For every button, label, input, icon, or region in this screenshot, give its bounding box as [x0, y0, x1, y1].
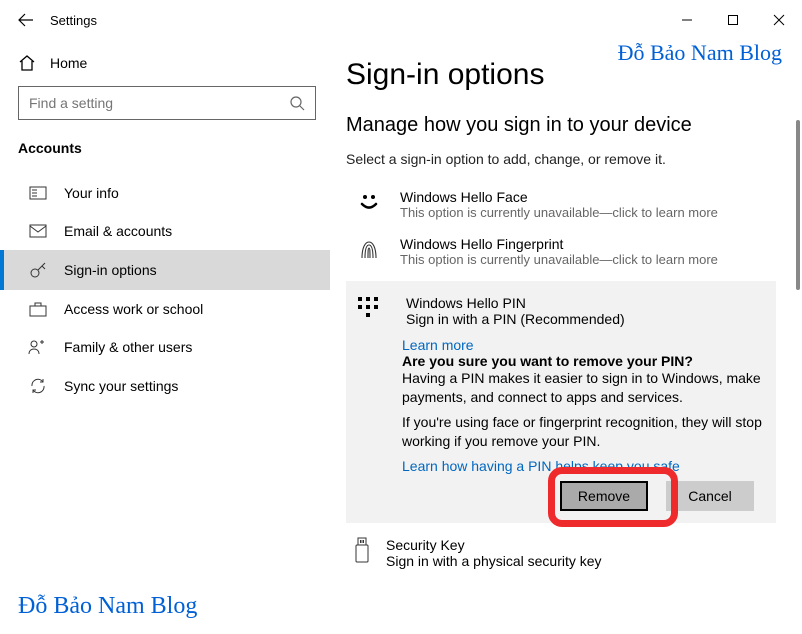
page-desc: Select a sign-in option to add, change, … — [346, 151, 776, 167]
option-sub: This option is currently unavailable—cli… — [400, 205, 718, 220]
search-input[interactable] — [29, 95, 289, 111]
content-pane: Sign-in options Manage how you sign in t… — [330, 40, 802, 634]
option-title: Windows Hello Face — [400, 189, 718, 205]
option-sub: Sign in with a PIN (Recommended) — [406, 311, 625, 327]
sidebar-home[interactable]: Home — [18, 44, 316, 86]
close-icon — [773, 14, 785, 26]
search-box[interactable] — [18, 86, 316, 120]
keypad-icon — [356, 295, 390, 327]
option-title: Windows Hello Fingerprint — [400, 236, 718, 252]
titlebar: Settings — [0, 0, 802, 40]
option-fingerprint[interactable]: Windows Hello Fingerprint This option is… — [346, 228, 776, 275]
page-subhead: Manage how you sign in to your device — [346, 114, 776, 137]
maximize-button[interactable] — [710, 4, 756, 36]
remove-button[interactable]: Remove — [560, 481, 648, 511]
back-button[interactable] — [12, 12, 40, 28]
sidebar-item-label: Access work or school — [64, 301, 203, 317]
sidebar-item-label: Sign-in options — [64, 262, 157, 278]
option-sub: This option is currently unavailable—cli… — [400, 252, 718, 267]
cancel-button[interactable]: Cancel — [666, 481, 754, 511]
mail-icon — [28, 224, 48, 238]
briefcase-icon — [28, 301, 48, 317]
minimize-icon — [681, 14, 693, 26]
option-title: Windows Hello PIN — [406, 295, 625, 311]
sidebar-item-sync[interactable]: Sync your settings — [0, 366, 330, 406]
id-card-icon — [28, 186, 48, 200]
sidebar-item-label: Email & accounts — [64, 223, 172, 239]
sidebar-item-email[interactable]: Email & accounts — [0, 212, 330, 250]
scrollbar[interactable] — [796, 120, 800, 290]
usb-key-icon — [354, 537, 370, 569]
option-pin[interactable]: Windows Hello PIN Sign in with a PIN (Re… — [352, 291, 762, 337]
sidebar-home-label: Home — [50, 55, 87, 71]
learn-more-link[interactable]: Learn more — [402, 337, 762, 353]
face-icon — [354, 189, 384, 220]
sync-icon — [28, 377, 48, 395]
home-icon — [18, 54, 36, 72]
watermark: Đỗ Bảo Nam Blog — [618, 40, 782, 66]
people-icon — [28, 339, 48, 355]
sidebar-item-your-info[interactable]: Your info — [0, 174, 330, 212]
sidebar-item-label: Your info — [64, 185, 119, 201]
sidebar-section: Accounts — [18, 140, 316, 156]
option-sub: Sign in with a physical security key — [386, 553, 602, 569]
remove-pin-confirm: Are you sure you want to remove your PIN… — [402, 353, 762, 369]
option-title: Security Key — [386, 537, 602, 553]
option-pin-expanded: Windows Hello PIN Sign in with a PIN (Re… — [346, 281, 776, 523]
window-title: Settings — [40, 13, 97, 28]
arrow-left-icon — [18, 12, 34, 28]
close-button[interactable] — [756, 4, 802, 36]
sidebar-item-label: Family & other users — [64, 339, 192, 355]
option-face[interactable]: Windows Hello Face This option is curren… — [346, 181, 776, 228]
remove-pin-text2: If you're using face or fingerprint reco… — [402, 413, 762, 451]
watermark: Đỗ Bảo Nam Blog — [18, 593, 197, 620]
sidebar: Home Accounts Your info Email & accounts… — [0, 40, 330, 634]
minimize-button[interactable] — [664, 4, 710, 36]
search-icon — [289, 95, 305, 111]
sidebar-item-family[interactable]: Family & other users — [0, 328, 330, 366]
fingerprint-icon — [354, 236, 384, 267]
key-icon — [28, 261, 48, 279]
sidebar-item-label: Sync your settings — [64, 378, 178, 394]
remove-pin-text1: Having a PIN makes it easier to sign in … — [402, 369, 762, 407]
option-security-key[interactable]: Security Key Sign in with a physical sec… — [346, 523, 776, 569]
sidebar-item-signin[interactable]: Sign-in options — [0, 250, 330, 290]
pin-safe-link[interactable]: Learn how having a PIN helps keep you sa… — [402, 457, 762, 476]
sidebar-item-work[interactable]: Access work or school — [0, 290, 330, 328]
maximize-icon — [727, 14, 739, 26]
